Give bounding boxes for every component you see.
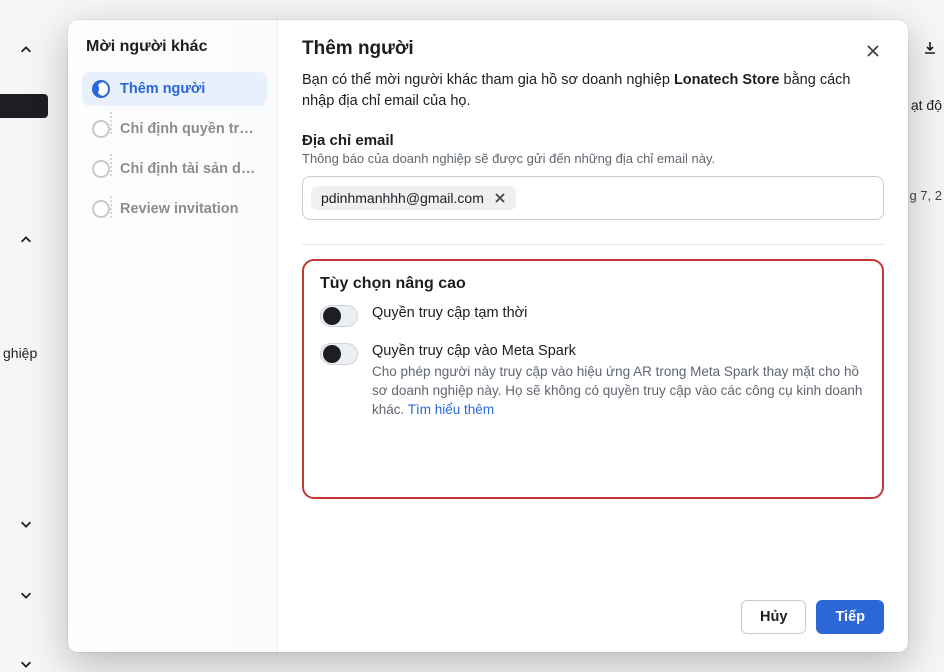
step-label: Chỉ định tài sản d… (120, 161, 257, 177)
step-label: Review invitation (120, 201, 257, 217)
email-field-label: Địa chỉ email (302, 132, 884, 149)
step-bullet-icon (92, 160, 110, 178)
section-divider (302, 244, 884, 245)
step-bullet-icon (92, 80, 110, 98)
download-icon[interactable] (920, 38, 940, 58)
bg-text-fragment: ghiệp (3, 345, 37, 361)
advanced-options-title: Tùy chọn nâng cao (320, 275, 866, 293)
step-label: Thêm người (120, 81, 257, 97)
bg-selected-nav-item[interactable] (0, 94, 48, 118)
modal-main: Thêm người Bạn có thể mời người khác tha… (278, 20, 908, 652)
toggle-meta-spark-access: Quyền truy cập vào Meta Spark Cho phép n… (320, 343, 866, 420)
modal-stepper-sidebar: Mời người khác Thêm người Chỉ định quyền… (68, 20, 278, 652)
invite-people-modal: Mời người khác Thêm người Chỉ định quyền… (68, 20, 908, 652)
bg-left-sidebar (0, 0, 55, 672)
chevron-down-icon[interactable] (18, 516, 34, 532)
email-chip-text: pdinhmanhhh@gmail.com (321, 190, 484, 206)
toggle-temporary-access: Quyền truy cập tạm thời (320, 305, 866, 327)
step-bullet-icon (92, 120, 110, 138)
close-icon[interactable] (860, 38, 886, 64)
cancel-button[interactable]: Hủy (741, 600, 806, 634)
toggle-switch[interactable] (320, 305, 358, 327)
modal-stepper: Thêm người Chỉ định quyền tr… Chỉ định t… (82, 72, 267, 226)
step-add-people[interactable]: Thêm người (82, 72, 267, 106)
chevron-up-icon[interactable] (18, 232, 34, 248)
email-input[interactable]: pdinhmanhhh@gmail.com (302, 176, 884, 220)
toggle-knob (323, 345, 341, 363)
intro-pre: Bạn có thể mời người khác tham gia hồ sơ… (302, 72, 674, 88)
chevron-up-icon[interactable] (18, 42, 34, 58)
email-field-sublabel: Thông báo của doanh nghiệp sẽ được gửi đ… (302, 151, 884, 166)
next-button[interactable]: Tiếp (816, 600, 884, 634)
toggle-switch[interactable] (320, 343, 358, 365)
intro-business-name: Lonatech Store (674, 72, 780, 88)
chevron-down-icon[interactable] (18, 587, 34, 603)
step-label: Chỉ định quyền tr… (120, 121, 257, 137)
chevron-down-icon[interactable] (18, 656, 34, 672)
email-chip: pdinhmanhhh@gmail.com (311, 186, 516, 210)
bg-text-fragment: ạt độ (911, 97, 942, 113)
toggle-description: Cho phép người này truy cập vào hiệu ứng… (372, 363, 866, 420)
modal-intro-text: Bạn có thể mời người khác tham gia hồ sơ… (302, 70, 884, 112)
step-bullet-icon (92, 200, 110, 218)
modal-title: Thêm người (302, 38, 884, 60)
toggle-knob (323, 307, 341, 325)
step-connector (110, 196, 112, 218)
learn-more-link[interactable]: Tìm hiểu thêm (408, 402, 494, 417)
modal-sidebar-title: Mời người khác (86, 38, 263, 56)
step-connector (110, 112, 112, 134)
modal-footer: Hủy Tiếp (302, 588, 884, 634)
remove-chip-icon[interactable] (492, 190, 508, 206)
bg-text-fragment: g 7, 2 (909, 188, 942, 203)
toggle-title: Quyền truy cập tạm thời (372, 305, 866, 321)
advanced-options-highlight: Tùy chọn nâng cao Quyền truy cập tạm thờ… (302, 259, 884, 499)
step-connector (110, 154, 112, 176)
toggle-title: Quyền truy cập vào Meta Spark (372, 343, 866, 359)
